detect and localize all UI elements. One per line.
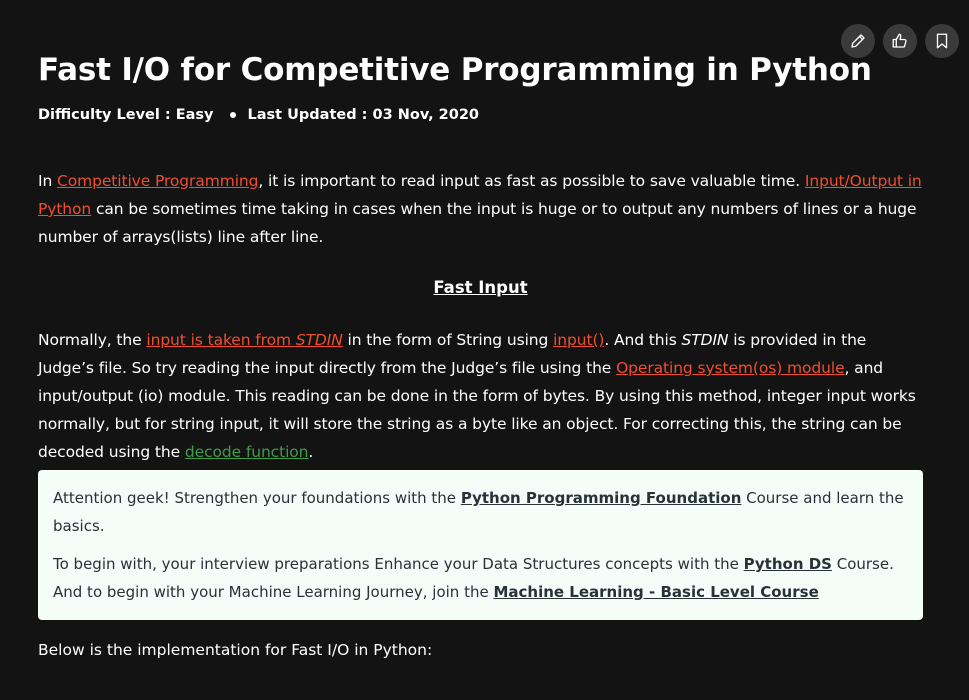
link-python-ds[interactable]: Python DS [744, 555, 832, 573]
text: Normally, the [38, 331, 147, 349]
text: , it is important to read input as fast … [258, 172, 805, 190]
text: in the form of String using [342, 331, 554, 349]
article-title: Fast I/O for Competitive Programming in … [38, 52, 872, 88]
text-italic: STDIN [681, 331, 729, 349]
text: . And this [604, 331, 682, 349]
fast-input-paragraph: Normally, the input is taken from STDIN … [38, 326, 923, 466]
link-text: input is taken from [146, 331, 296, 349]
thumbs-up-icon [892, 33, 907, 48]
pencil-icon [851, 34, 865, 48]
link-machine-learning-course[interactable]: Machine Learning - Basic Level Course [493, 583, 818, 601]
intro-paragraph: In Competitive Programming, it is import… [38, 167, 923, 251]
notice-paragraph: To begin with, your interview preparatio… [53, 550, 908, 606]
text: . [308, 443, 314, 461]
section-heading-fast-input: Fast Input [433, 278, 528, 297]
link-competitive-programming[interactable]: Competitive Programming [57, 172, 258, 190]
meta-separator [229, 112, 236, 118]
bookmark-button[interactable] [925, 24, 959, 58]
course-notice-box: Attention geek! Strengthen your foundati… [38, 470, 923, 620]
text: In [38, 172, 58, 190]
article-content: Fast I/O for Competitive Programming in … [38, 50, 923, 664]
implementation-intro: Below is the implementation for Fast I/O… [38, 641, 433, 659]
last-updated: Last Updated : 03 Nov, 2020 [247, 107, 480, 123]
text: can be sometimes time taking in cases wh… [38, 200, 917, 246]
text: To begin with, your interview preparatio… [53, 555, 744, 573]
link-os-module[interactable]: Operating system(os) module [616, 359, 845, 377]
link-input-stdin[interactable]: input is taken from STDIN [146, 331, 342, 349]
notice-paragraph: Attention geek! Strengthen your foundati… [53, 484, 908, 540]
link-text-italic: STDIN [295, 331, 343, 349]
link-decode-function[interactable]: decode function [185, 443, 309, 461]
bookmark-icon [936, 33, 948, 49]
link-python-programming-foundation[interactable]: Python Programming Foundation [461, 489, 742, 507]
text: Attention geek! Strengthen your foundati… [53, 489, 461, 507]
article-meta: Difficulty Level : Easy Last Updated : 0… [38, 107, 923, 123]
difficulty-level: Difficulty Level : Easy [38, 107, 214, 123]
link-input-function[interactable]: input() [553, 331, 604, 349]
